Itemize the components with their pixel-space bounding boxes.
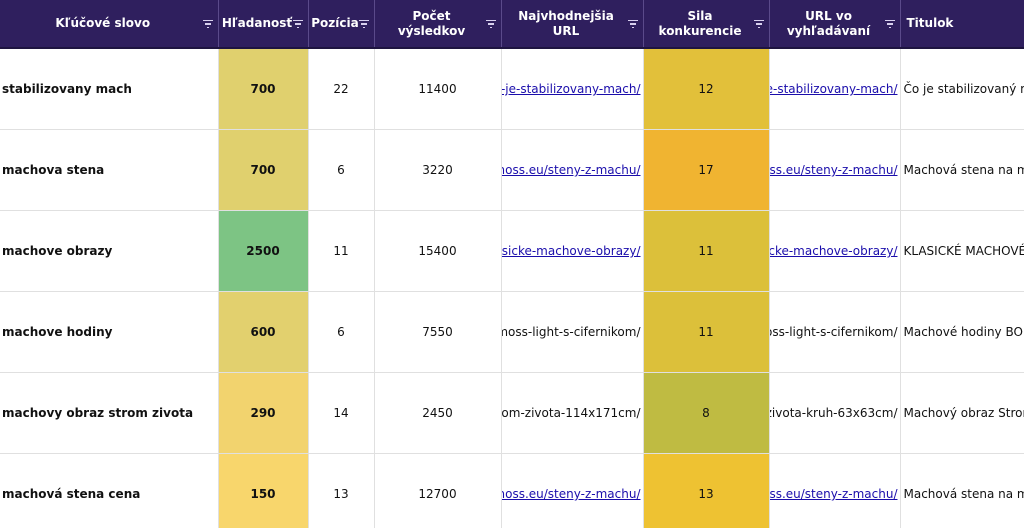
filter-icon[interactable] (292, 19, 303, 29)
results-cell[interactable]: 15400 (374, 210, 502, 292)
keyword-cell[interactable]: machovy obraz strom zivota (0, 372, 219, 454)
volume-cell[interactable]: 700 (218, 129, 309, 211)
best-url-link[interactable]: -je-stabilizovany-mach/ (501, 82, 641, 96)
filter-icon[interactable] (627, 19, 638, 29)
filter-icon[interactable] (358, 19, 369, 29)
results-cell[interactable]: 2450 (374, 372, 502, 454)
header-row: Kľúčové slovo Hľadanosť Pozícia Počet vý… (0, 0, 1024, 49)
results-cell[interactable]: 7550 (374, 291, 502, 373)
search-url-cell[interactable]: oss.eu/steny-z-machu/ (769, 453, 901, 528)
search-url-link[interactable]: icke-machove-obrazy/ (769, 244, 898, 258)
title-cell[interactable]: Machová stena na mi (900, 129, 1024, 211)
keyword-cell[interactable]: machove hodiny (0, 291, 219, 373)
results-cell[interactable]: 3220 (374, 129, 502, 211)
best-url-text: moss-light-s-cifernikom/ (501, 325, 641, 339)
table-row[interactable]: machovy obraz strom zivota 290 14 2450 t… (0, 372, 1024, 454)
search-url-link[interactable]: e-stabilizovany-mach/ (769, 82, 898, 96)
header-label: Počet výsledkov (397, 8, 466, 38)
search-url-text: -zivota-kruh-63x63cm/ (769, 406, 898, 420)
best-url-cell[interactable]: -je-stabilizovany-mach/ (501, 48, 644, 130)
search-url-cell[interactable]: oss.eu/steny-z-machu/ (769, 129, 901, 211)
competition-cell[interactable]: 17 (643, 129, 770, 211)
competition-cell[interactable]: 8 (643, 372, 770, 454)
spreadsheet: Kľúčové slovo Hľadanosť Pozícia Počet vý… (0, 0, 1024, 528)
table-row[interactable]: machova stena 700 6 3220 moss.eu/steny-z… (0, 129, 1024, 211)
position-cell[interactable]: 14 (308, 372, 375, 454)
search-url-link[interactable]: oss.eu/steny-z-machu/ (769, 487, 898, 501)
keyword-cell[interactable]: machove obrazy (0, 210, 219, 292)
header-position[interactable]: Pozícia (308, 0, 375, 49)
header-competition[interactable]: Sila konkurencie (643, 0, 770, 49)
header-volume[interactable]: Hľadanosť (218, 0, 309, 49)
results-cell[interactable]: 11400 (374, 48, 502, 130)
best-url-cell[interactable]: trom-zivota-114x171cm/ (501, 372, 644, 454)
competition-cell[interactable]: 11 (643, 291, 770, 373)
search-url-cell[interactable]: icke-machove-obrazy/ (769, 210, 901, 292)
filter-icon[interactable] (202, 19, 213, 29)
volume-cell[interactable]: 290 (218, 372, 309, 454)
volume-cell[interactable]: 700 (218, 48, 309, 130)
title-cell[interactable]: Machový obraz Strom (900, 372, 1024, 454)
keyword-table: Kľúčové slovo Hľadanosť Pozícia Počet vý… (0, 0, 1024, 528)
keyword-cell[interactable]: stabilizovany mach (0, 48, 219, 130)
keyword-cell[interactable]: machova stena (0, 129, 219, 211)
best-url-cell[interactable]: moss-light-s-cifernikom/ (501, 291, 644, 373)
table-row[interactable]: machove obrazy 2500 11 15400 asicke-mach… (0, 210, 1024, 292)
best-url-cell[interactable]: asicke-machove-obrazy/ (501, 210, 644, 292)
filter-icon[interactable] (884, 19, 895, 29)
results-cell[interactable]: 12700 (374, 453, 502, 528)
best-url-link[interactable]: moss.eu/steny-z-machu/ (501, 487, 641, 501)
search-url-link[interactable]: oss.eu/steny-z-machu/ (769, 163, 898, 177)
volume-cell[interactable]: 600 (218, 291, 309, 373)
header-results[interactable]: Počet výsledkov (374, 0, 502, 49)
competition-cell[interactable]: 12 (643, 48, 770, 130)
table-row[interactable]: machove hodiny 600 6 7550 moss-light-s-c… (0, 291, 1024, 373)
header-best-url[interactable]: Najvhodnejšia URL (501, 0, 644, 49)
filter-icon[interactable] (753, 19, 764, 29)
position-cell[interactable]: 22 (308, 48, 375, 130)
position-cell[interactable]: 6 (308, 129, 375, 211)
search-url-cell[interactable]: -zivota-kruh-63x63cm/ (769, 372, 901, 454)
position-cell[interactable]: 11 (308, 210, 375, 292)
search-url-cell[interactable]: e-stabilizovany-mach/ (769, 48, 901, 130)
best-url-link[interactable]: moss.eu/steny-z-machu/ (501, 163, 641, 177)
header-search-url[interactable]: URL vo vyhľadávaní (769, 0, 901, 49)
search-url-cell[interactable]: oss-light-s-cifernikom/ (769, 291, 901, 373)
header-label: Kľúčové slovo (55, 16, 151, 30)
position-cell[interactable]: 6 (308, 291, 375, 373)
title-cell[interactable]: Machové hodiny BOL (900, 291, 1024, 373)
table-row[interactable]: machová stena cena 150 13 12700 moss.eu/… (0, 453, 1024, 528)
search-url-text: oss-light-s-cifernikom/ (769, 325, 898, 339)
keyword-cell[interactable]: machová stena cena (0, 453, 219, 528)
best-url-cell[interactable]: moss.eu/steny-z-machu/ (501, 453, 644, 528)
volume-cell[interactable]: 150 (218, 453, 309, 528)
volume-cell[interactable]: 2500 (218, 210, 309, 292)
header-title[interactable]: Titulok (900, 0, 1024, 49)
best-url-link[interactable]: asicke-machove-obrazy/ (501, 244, 641, 258)
title-cell[interactable]: KLASICKÉ MACHOVÉ (900, 210, 1024, 292)
header-label: Titulok (906, 16, 954, 30)
competition-cell[interactable]: 11 (643, 210, 770, 292)
title-cell[interactable]: Machová stena na mi (900, 453, 1024, 528)
best-url-text: trom-zivota-114x171cm/ (501, 406, 641, 420)
best-url-cell[interactable]: moss.eu/steny-z-machu/ (501, 129, 644, 211)
header-label: Najvhodnejšia URL (518, 8, 614, 38)
position-cell[interactable]: 13 (308, 453, 375, 528)
header-keyword[interactable]: Kľúčové slovo (0, 0, 219, 49)
header-label: URL vo vyhľadávaní (786, 8, 871, 38)
filter-icon[interactable] (485, 19, 496, 29)
table-row[interactable]: stabilizovany mach 700 22 11400 -je-stab… (0, 48, 1024, 130)
competition-cell[interactable]: 13 (643, 453, 770, 528)
header-label: Sila konkurencie (658, 8, 742, 38)
title-cell[interactable]: Čo je stabilizovaný m (900, 48, 1024, 130)
